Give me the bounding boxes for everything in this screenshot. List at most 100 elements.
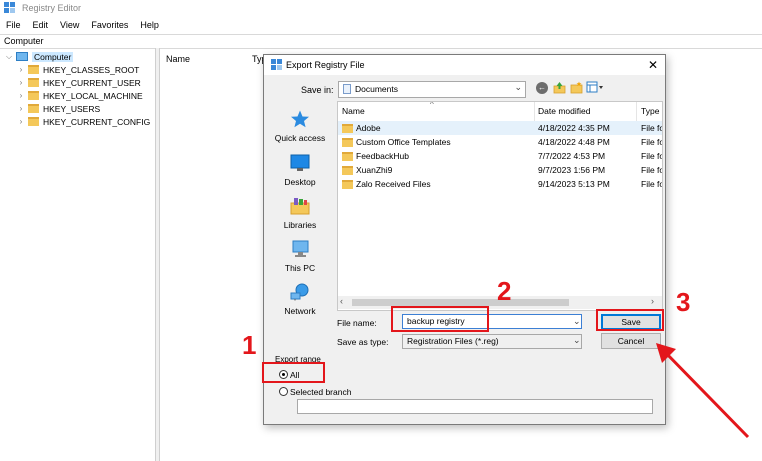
- menu-file[interactable]: File: [0, 18, 27, 34]
- menu-edit[interactable]: Edit: [27, 18, 55, 34]
- this-pc-icon: [292, 240, 309, 257]
- step3-highlight-box: [596, 309, 664, 331]
- file-name-label: File name:: [337, 318, 377, 328]
- place-this-pc[interactable]: This PC: [270, 240, 330, 273]
- libraries-icon: [290, 198, 310, 215]
- selected-branch-input[interactable]: [297, 399, 653, 414]
- file-name: Custom Office Templates: [356, 137, 451, 147]
- folder-icon: [342, 166, 353, 175]
- sort-ascending-icon: ^: [430, 101, 434, 109]
- file-date: 9/14/2023 5:13 PM: [538, 179, 610, 189]
- file-row[interactable]: XuanZhi9 9/7/2023 1:56 PM File fo: [338, 163, 662, 177]
- step2-number: 2: [497, 276, 512, 306]
- menu-help[interactable]: Help: [134, 18, 165, 34]
- folder-icon: [28, 78, 39, 87]
- values-column-name[interactable]: Name: [166, 54, 190, 64]
- chevron-right-icon[interactable]: ›: [16, 91, 26, 100]
- scroll-right-icon[interactable]: ›: [651, 296, 654, 306]
- documents-folder-icon: [343, 84, 351, 94]
- tree-item-hkey-current-config[interactable]: › HKEY_CURRENT_CONFIG: [16, 115, 151, 128]
- column-header-date-modified[interactable]: Date modified: [538, 106, 590, 116]
- file-date: 9/7/2023 1:56 PM: [538, 165, 606, 175]
- view-menu-icon[interactable]: [586, 81, 604, 94]
- place-label: Network: [284, 306, 316, 316]
- column-divider[interactable]: [534, 102, 535, 121]
- tree-label: HKEY_LOCAL_MACHINE: [43, 90, 143, 101]
- address-text: Computer: [4, 36, 44, 46]
- chevron-right-icon[interactable]: ›: [16, 117, 26, 126]
- computer-icon: [16, 52, 28, 61]
- network-icon: [290, 283, 309, 301]
- menu-view[interactable]: View: [54, 18, 85, 34]
- address-bar[interactable]: Computer: [0, 34, 762, 49]
- file-date: 4/18/2022 4:35 PM: [538, 123, 610, 133]
- tree-label: HKEY_CURRENT_CONFIG: [43, 116, 151, 127]
- new-folder-icon[interactable]: [570, 81, 583, 94]
- file-name: Adobe: [356, 123, 381, 133]
- save-as-type-label: Save as type:: [337, 337, 389, 347]
- step2-highlight-box: [391, 306, 489, 332]
- place-label: This PC: [284, 263, 316, 273]
- title-bar: Registry Editor: [0, 0, 762, 18]
- file-row[interactable]: FeedbackHub 7/7/2022 4:53 PM File fo: [338, 149, 662, 163]
- place-desktop[interactable]: Desktop: [270, 154, 330, 187]
- tree-item-hkey-users[interactable]: › HKEY_USERS: [16, 102, 101, 115]
- tree-root-computer[interactable]: ⌵ Computer: [4, 50, 74, 63]
- place-quick-access[interactable]: Quick access: [270, 110, 330, 143]
- file-row[interactable]: Zalo Received Files 9/14/2023 5:13 PM Fi…: [338, 177, 662, 191]
- file-type: File fo: [641, 137, 663, 147]
- radio-selected-branch-label[interactable]: Selected branch: [290, 387, 351, 397]
- folder-icon: [28, 104, 39, 113]
- registry-file-icon: [271, 59, 282, 70]
- file-row[interactable]: Custom Office Templates 4/18/2022 4:48 P…: [338, 135, 662, 149]
- chevron-down-icon[interactable]: ⌄: [573, 335, 581, 346]
- radio-selected-branch[interactable]: [279, 387, 288, 396]
- save-in-value: Documents: [355, 84, 398, 94]
- desktop-icon: [290, 154, 310, 171]
- column-header-name[interactable]: Name: [342, 106, 365, 116]
- chevron-right-icon[interactable]: ›: [16, 104, 26, 113]
- folder-icon: [342, 152, 353, 161]
- scroll-left-icon[interactable]: ‹: [340, 296, 343, 306]
- column-header-type[interactable]: Type: [641, 106, 659, 116]
- tree-label: HKEY_CURRENT_USER: [43, 77, 141, 88]
- save-in-label: Save in:: [301, 85, 334, 95]
- tree-label: Computer: [32, 51, 74, 62]
- tree-item-hkey-local-machine[interactable]: › HKEY_LOCAL_MACHINE: [16, 89, 143, 102]
- tree-label: HKEY_USERS: [43, 103, 101, 114]
- registry-editor-icon: [4, 2, 15, 13]
- file-name: FeedbackHub: [356, 151, 409, 161]
- place-libraries[interactable]: Libraries: [270, 197, 330, 230]
- tree-item-hkey-classes-root[interactable]: › HKEY_CLASSES_ROOT: [16, 63, 140, 76]
- tree-item-hkey-current-user[interactable]: › HKEY_CURRENT_USER: [16, 76, 141, 89]
- folder-icon: [342, 180, 353, 189]
- dialog-title-bar: Export Registry File ✕: [264, 55, 665, 75]
- step1-highlight-box: [262, 362, 325, 383]
- file-name: XuanZhi9: [356, 165, 393, 175]
- close-icon[interactable]: ✕: [645, 57, 661, 73]
- place-label: Libraries: [283, 220, 317, 230]
- file-date: 4/18/2022 4:48 PM: [538, 137, 610, 147]
- back-icon[interactable]: ←: [536, 82, 548, 94]
- column-divider[interactable]: [636, 102, 637, 121]
- file-row[interactable]: Adobe 4/18/2022 4:35 PM File fo: [338, 121, 662, 135]
- places-bar: Quick access Desktop Libraries This PC N…: [270, 102, 330, 322]
- window-title: Registry Editor: [22, 3, 82, 13]
- menu-favorites[interactable]: Favorites: [85, 18, 134, 34]
- chevron-right-icon[interactable]: ›: [16, 65, 26, 74]
- file-type: File fo: [641, 123, 663, 133]
- file-name: Zalo Received Files: [356, 179, 431, 189]
- chevron-right-icon[interactable]: ›: [16, 78, 26, 87]
- place-network[interactable]: Network: [270, 283, 330, 316]
- up-folder-icon[interactable]: [553, 81, 566, 94]
- scrollbar-thumb[interactable]: [352, 299, 569, 306]
- save-in-dropdown[interactable]: Documents ⌄: [338, 81, 526, 98]
- step3-number: 3: [676, 287, 691, 317]
- pane-splitter[interactable]: [156, 48, 160, 461]
- save-as-type-dropdown[interactable]: Registration Files (*.reg): [402, 334, 582, 349]
- folder-icon: [342, 138, 353, 147]
- chevron-down-icon[interactable]: ⌄: [573, 316, 581, 327]
- chevron-down-icon[interactable]: ⌵: [4, 52, 14, 62]
- step1-number: 1: [242, 330, 257, 360]
- file-type: File fo: [641, 165, 663, 175]
